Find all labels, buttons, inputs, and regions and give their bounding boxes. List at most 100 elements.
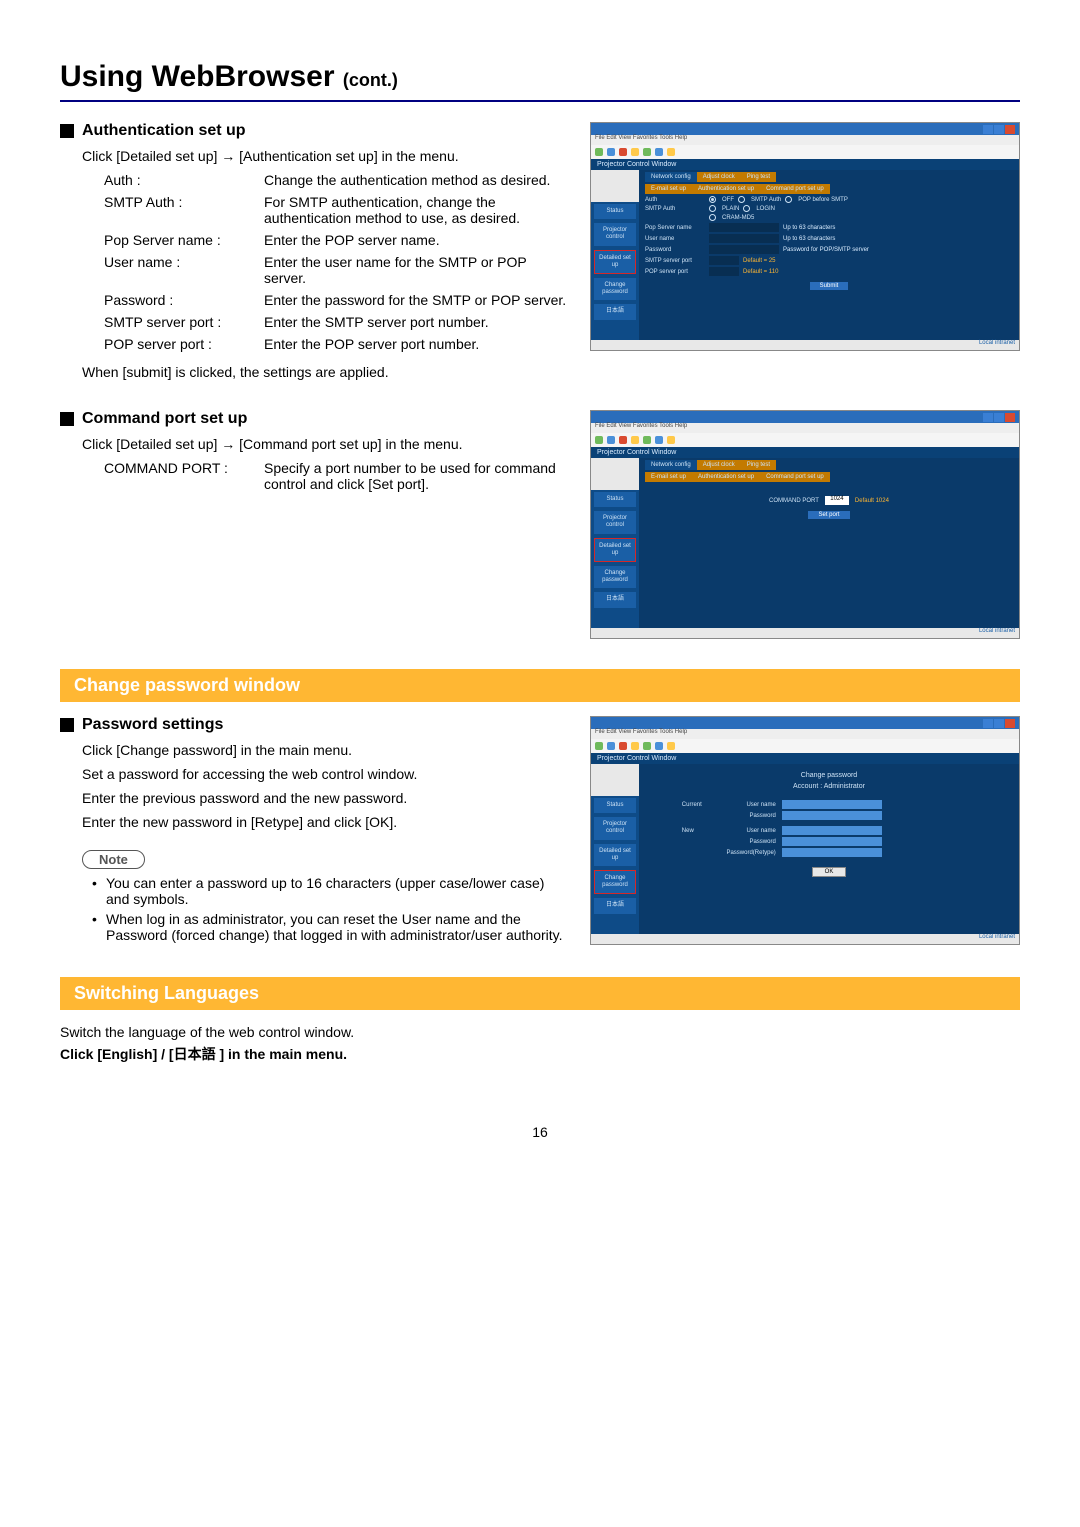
auth-def: For SMTP authentication, change the auth…	[264, 194, 570, 226]
tab-adjust[interactable]: Adjust clock	[697, 172, 741, 182]
input-new-username[interactable]	[782, 826, 882, 835]
shot-statusbar: Local intranet	[591, 934, 1019, 944]
shot-toolbar	[591, 433, 1019, 447]
stop-icon	[619, 742, 627, 750]
radio-crammd5[interactable]	[709, 214, 716, 221]
tab-auth[interactable]: Authentication set up	[692, 184, 760, 194]
radio-popbefore[interactable]	[785, 196, 792, 203]
switch-line2: Click [English] / [日本語 ] in the main men…	[60, 1044, 1020, 1064]
tab-cmdport[interactable]: Command port set up	[760, 184, 830, 194]
auth-term: POP server port :	[104, 336, 264, 352]
maximize-icon	[994, 125, 1004, 134]
shot-titlebar	[591, 123, 1019, 135]
pwset-line1: Click [Change password] in the main menu…	[60, 742, 570, 758]
tab-ping[interactable]: Ping test	[741, 460, 776, 470]
sidebar-item-projector-control[interactable]: Projector control	[594, 511, 636, 533]
home-icon	[631, 742, 639, 750]
shot-pcw: Projector Control Window	[591, 447, 1019, 458]
input-popserver[interactable]	[709, 223, 779, 232]
radio-plain[interactable]	[709, 205, 716, 212]
tab-email[interactable]: E-mail set up	[645, 184, 692, 194]
screenshot-password: File Edit View Favorites Tools Help Proj…	[590, 716, 1020, 945]
screenshot-cmdport: File Edit View Favorites Tools Help Proj…	[590, 410, 1020, 639]
input-new-password[interactable]	[782, 837, 882, 846]
shot-toolbar	[591, 145, 1019, 159]
input-password[interactable]	[709, 245, 779, 254]
input-retype[interactable]	[782, 848, 882, 857]
back-icon	[595, 436, 603, 444]
input-cur-username[interactable]	[782, 800, 882, 809]
input-smtpport[interactable]	[709, 256, 739, 265]
radio-login[interactable]	[743, 205, 750, 212]
home-icon	[631, 436, 639, 444]
sidebar-item-lang[interactable]: 日本語	[594, 592, 636, 607]
sidebar-item-status[interactable]: Status	[594, 204, 636, 219]
shot-main: Network config Adjust clock Ping test E-…	[639, 458, 1019, 628]
auth-desc-table: Auth :Change the authentication method a…	[60, 172, 570, 352]
shot-titlebar	[591, 411, 1019, 423]
sidebar-item-detailed-setup[interactable]: Detailed set up	[594, 538, 636, 562]
tab-network[interactable]: Network config	[645, 172, 697, 182]
sidebar-item-change-password[interactable]: Change password	[594, 566, 636, 588]
cmd-desc-table: COMMAND PORT :Specify a port number to b…	[60, 460, 570, 492]
home-icon	[631, 148, 639, 156]
square-icon	[60, 718, 74, 732]
radio-off[interactable]	[709, 196, 716, 203]
sidebar-item-detailed-setup[interactable]: Detailed set up	[594, 250, 636, 274]
history-icon	[667, 148, 675, 156]
sidebar-item-status[interactable]: Status	[594, 492, 636, 507]
shot-menubar: File Edit View Favorites Tools Help	[591, 135, 1019, 145]
sidebar-item-change-password[interactable]: Change password	[594, 870, 636, 894]
auth-closing: When [submit] is clicked, the settings a…	[60, 364, 570, 380]
minimize-icon	[983, 413, 993, 422]
tab-adjust[interactable]: Adjust clock	[697, 460, 741, 470]
sidebar-item-projector-control[interactable]: Projector control	[594, 223, 636, 245]
submit-button[interactable]: Submit	[810, 282, 849, 290]
input-popport[interactable]	[709, 267, 739, 276]
radio-smtp[interactable]	[738, 196, 745, 203]
lbl-password: Password	[645, 247, 705, 253]
tab-ping[interactable]: Ping test	[741, 172, 776, 182]
sidebar-item-status[interactable]: Status	[594, 798, 636, 813]
sidebar-item-change-password[interactable]: Change password	[594, 278, 636, 300]
close-icon	[1005, 413, 1015, 422]
lbl-new: New	[682, 828, 722, 834]
lbl-current: Current	[682, 802, 722, 808]
setport-button[interactable]: Set port	[808, 511, 849, 519]
tab-email[interactable]: E-mail set up	[645, 472, 692, 482]
cmd-intro: Click [Detailed set up] → [Command port …	[60, 436, 570, 452]
cmdport-default: Default 1024	[855, 498, 889, 504]
tab-auth[interactable]: Authentication set up	[692, 472, 760, 482]
shot-main: Network config Adjust clock Ping test E-…	[639, 170, 1019, 340]
tab-network[interactable]: Network config	[645, 460, 697, 470]
minimize-icon	[983, 125, 993, 134]
switch-line1: Switch the language of the web control w…	[60, 1024, 1020, 1040]
lbl-password: Password	[722, 813, 782, 819]
shot-toolbar	[591, 739, 1019, 753]
input-cmdport[interactable]: 1024	[825, 496, 849, 505]
close-icon	[1005, 719, 1015, 728]
auth-heading: Authentication set up	[60, 122, 570, 140]
sidebar-item-detailed-setup[interactable]: Detailed set up	[594, 844, 636, 866]
screenshot-auth: File Edit View Favorites Tools Help Proj…	[590, 122, 1020, 351]
lbl-username: User name	[645, 236, 705, 242]
page-title-cont: (cont.)	[343, 70, 398, 90]
close-icon	[1005, 125, 1015, 134]
sidebar-item-lang[interactable]: 日本語	[594, 898, 636, 913]
lbl-auth: Auth	[645, 197, 705, 203]
tab-cmdport[interactable]: Command port set up	[760, 472, 830, 482]
lbl-password: Password	[722, 839, 782, 845]
sidebar-item-projector-control[interactable]: Projector control	[594, 817, 636, 839]
pwset-heading: Password settings	[60, 716, 570, 734]
input-cur-password[interactable]	[782, 811, 882, 820]
shot-sidebar: Status Projector control Detailed set up…	[591, 458, 639, 628]
change-password-band: Change password window	[60, 669, 1020, 702]
stop-icon	[619, 436, 627, 444]
input-username[interactable]	[709, 234, 779, 243]
ok-button[interactable]: OK	[812, 867, 847, 877]
shot-statusbar: Local intranet	[591, 340, 1019, 350]
sidebar-item-lang[interactable]: 日本語	[594, 304, 636, 319]
switch-lang-band: Switching Languages	[60, 977, 1020, 1010]
maximize-icon	[994, 719, 1004, 728]
lbl-username: User name	[722, 828, 782, 834]
